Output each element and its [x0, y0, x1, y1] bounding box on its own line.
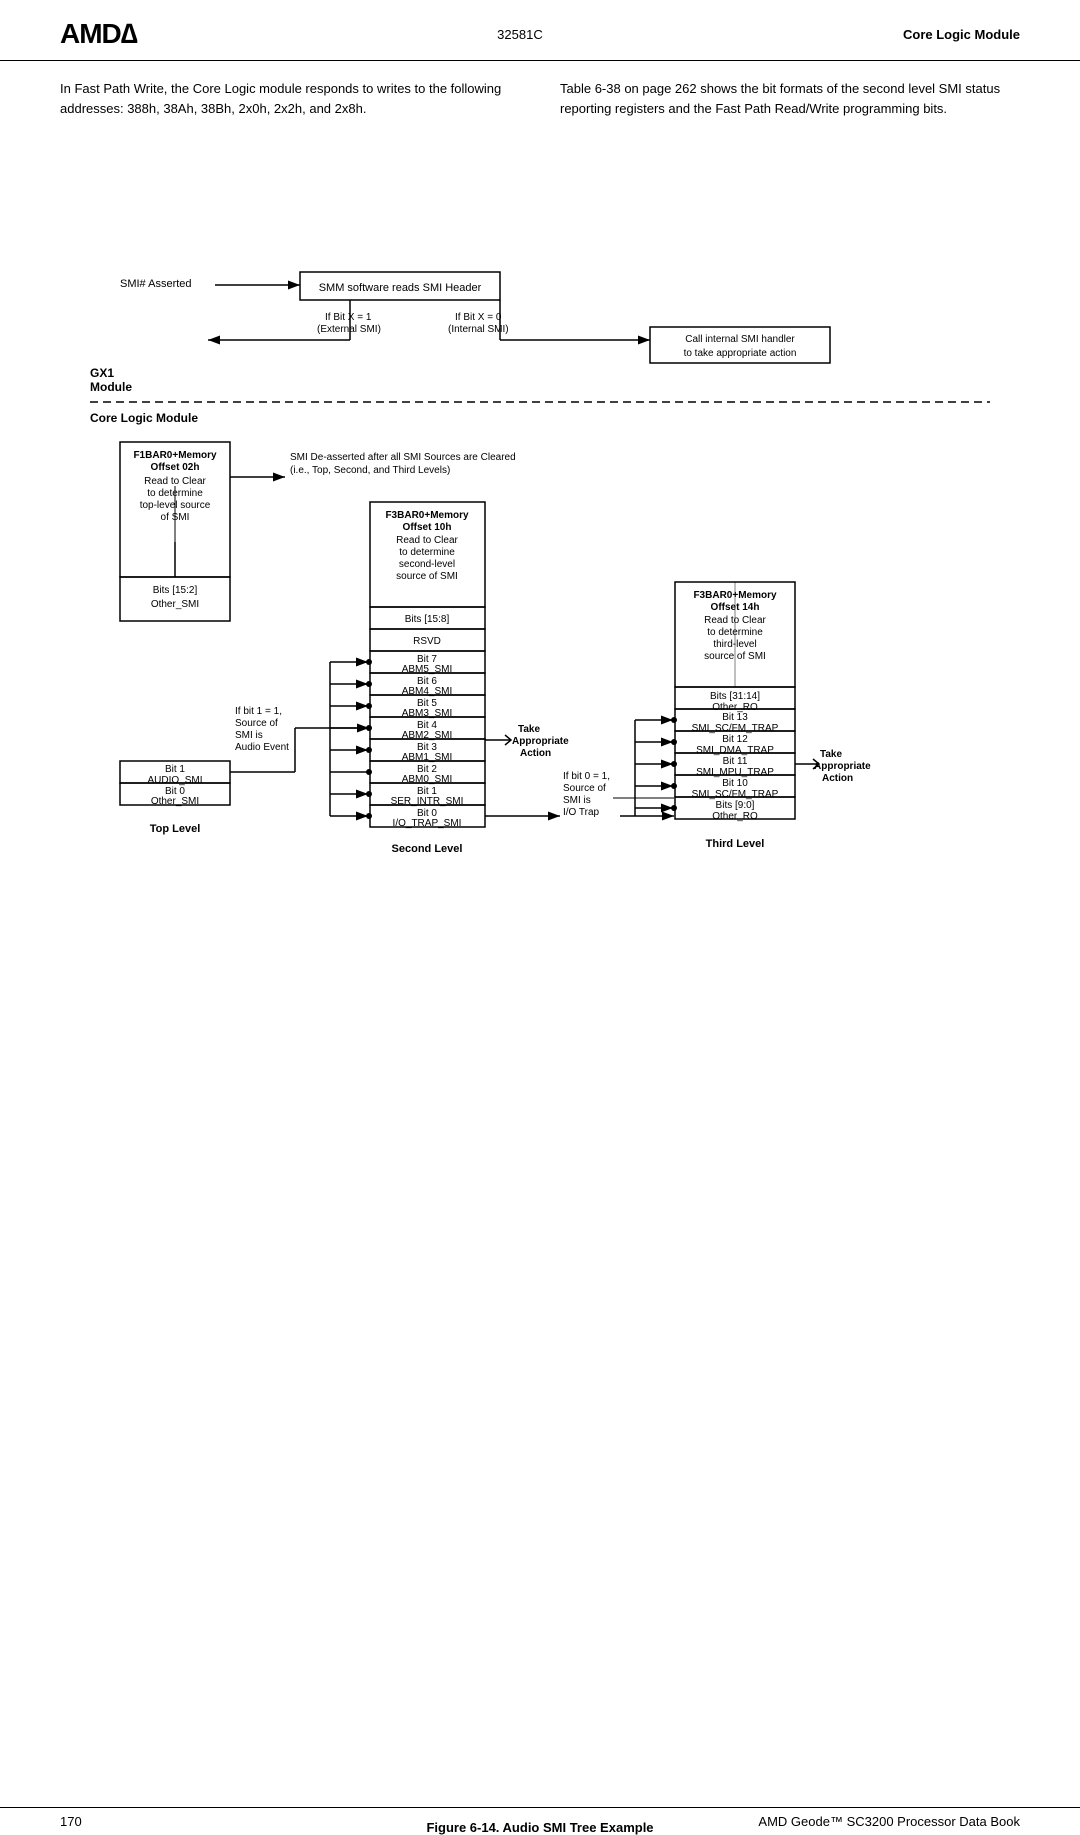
svg-text:Read to Clear: Read to Clear — [144, 476, 206, 487]
svg-text:Core Logic Module: Core Logic Module — [90, 411, 198, 425]
svg-text:F3BAR0+Memory: F3BAR0+Memory — [385, 510, 469, 521]
svg-text:If bit 0 = 1,: If bit 0 = 1, — [563, 771, 610, 782]
intro-right: Table 6-38 on page 262 shows the bit for… — [560, 79, 1020, 118]
svg-text:Other_SMI: Other_SMI — [151, 599, 199, 610]
header-doc-num: 32581C — [497, 27, 543, 42]
page-footer: 170 AMD Geode™ SC3200 Processor Data Boo… — [0, 1807, 1080, 1835]
svg-text:Module: Module — [90, 380, 132, 394]
svg-text:Action: Action — [822, 773, 853, 784]
svg-text:Other_RO: Other_RO — [712, 811, 758, 822]
svg-text:If bit 1 = 1,: If bit 1 = 1, — [235, 706, 282, 717]
svg-text:SMI is: SMI is — [563, 795, 591, 806]
intro-left: In Fast Path Write, the Core Logic modul… — [60, 79, 520, 118]
header-section-title: Core Logic Module — [903, 27, 1020, 42]
svg-text:Action: Action — [520, 748, 551, 759]
svg-text:I/O Trap: I/O Trap — [563, 807, 600, 818]
svg-text:Bit 10: Bit 10 — [722, 778, 748, 789]
svg-text:Bits [9:0]: Bits [9:0] — [716, 800, 755, 811]
svg-text:Bit 13: Bit 13 — [722, 712, 748, 723]
svg-text:Source of: Source of — [563, 783, 606, 794]
svg-text:SMI De-asserted after all SMI: SMI De-asserted after all SMI Sources ar… — [290, 452, 516, 463]
svg-text:If Bit X = 0: If Bit X = 0 — [455, 312, 502, 323]
svg-text:SMI_DMA_TRAP: SMI_DMA_TRAP — [696, 745, 774, 756]
svg-text:Read to Clear: Read to Clear — [704, 615, 766, 626]
svg-text:source of SMI: source of SMI — [396, 571, 458, 582]
diagram-container: GX1 Module Core Logic Module SMI# Assert… — [60, 142, 1020, 972]
footer-product: AMD Geode™ SC3200 Processor Data Book — [758, 1814, 1020, 1829]
page-header: AMD∆ 32581C Core Logic Module — [0, 0, 1080, 61]
svg-text:to determine: to determine — [399, 547, 455, 558]
svg-text:Other_SMI: Other_SMI — [151, 796, 199, 807]
svg-text:I/O_TRAP_SMI: I/O_TRAP_SMI — [393, 818, 462, 829]
svg-text:SMI is: SMI is — [235, 730, 263, 741]
svg-text:Top Level: Top Level — [150, 823, 201, 835]
svg-text:Read to Clear: Read to Clear — [396, 535, 458, 546]
svg-text:If Bit X = 1: If Bit X = 1 — [325, 312, 372, 323]
footer-page-number: 170 — [60, 1814, 82, 1829]
svg-text:F1BAR0+Memory: F1BAR0+Memory — [133, 450, 217, 461]
svg-text:Appropriate: Appropriate — [512, 736, 569, 747]
svg-text:SMM software reads SMI Header: SMM software reads SMI Header — [319, 282, 482, 294]
svg-text:Audio Event: Audio Event — [235, 742, 289, 753]
svg-text:SMI# Asserted: SMI# Asserted — [120, 278, 192, 290]
svg-text:Second Level: Second Level — [392, 843, 463, 855]
svg-text:Bit 1: Bit 1 — [165, 764, 185, 775]
svg-text:Offset 10h: Offset 10h — [403, 522, 452, 533]
svg-text:to take appropriate action: to take appropriate action — [684, 348, 797, 359]
page-body: In Fast Path Write, the Core Logic modul… — [0, 61, 1080, 1835]
svg-text:second-level: second-level — [399, 559, 455, 570]
svg-text:Bits [15:8]: Bits [15:8] — [405, 614, 450, 625]
svg-text:Source of: Source of — [235, 718, 278, 729]
svg-text:Call internal SMI handler: Call internal SMI handler — [685, 334, 795, 345]
svg-text:AUDIO_SMI: AUDIO_SMI — [147, 775, 202, 786]
svg-text:Offset 02h: Offset 02h — [151, 462, 200, 473]
svg-text:Third Level: Third Level — [706, 838, 765, 850]
svg-text:(i.e., Top, Second, and Third: (i.e., Top, Second, and Third Levels) — [290, 465, 450, 476]
svg-text:Bit 11: Bit 11 — [723, 756, 748, 767]
svg-text:Appropriate: Appropriate — [814, 761, 871, 772]
amd-logo: AMD∆ — [60, 18, 137, 50]
svg-text:Bits [31:14]: Bits [31:14] — [710, 691, 760, 702]
diagram-svg: GX1 Module Core Logic Module SMI# Assert… — [60, 142, 1020, 972]
svg-text:SMI_SC/FM_TRAP: SMI_SC/FM_TRAP — [692, 789, 779, 800]
svg-text:Take: Take — [820, 749, 842, 760]
svg-text:Bit 12: Bit 12 — [722, 734, 748, 745]
svg-text:GX1: GX1 — [90, 366, 114, 380]
svg-text:(External SMI): (External SMI) — [317, 324, 381, 335]
svg-text:RSVD: RSVD — [413, 636, 441, 647]
svg-text:Take: Take — [518, 724, 540, 735]
svg-text:Bits [15:2]: Bits [15:2] — [153, 585, 198, 596]
intro-columns: In Fast Path Write, the Core Logic modul… — [60, 79, 1020, 118]
svg-text:SMI_MPU_TRAP: SMI_MPU_TRAP — [696, 767, 774, 778]
svg-text:SMI_SC/FM_TRAP: SMI_SC/FM_TRAP — [692, 723, 779, 734]
